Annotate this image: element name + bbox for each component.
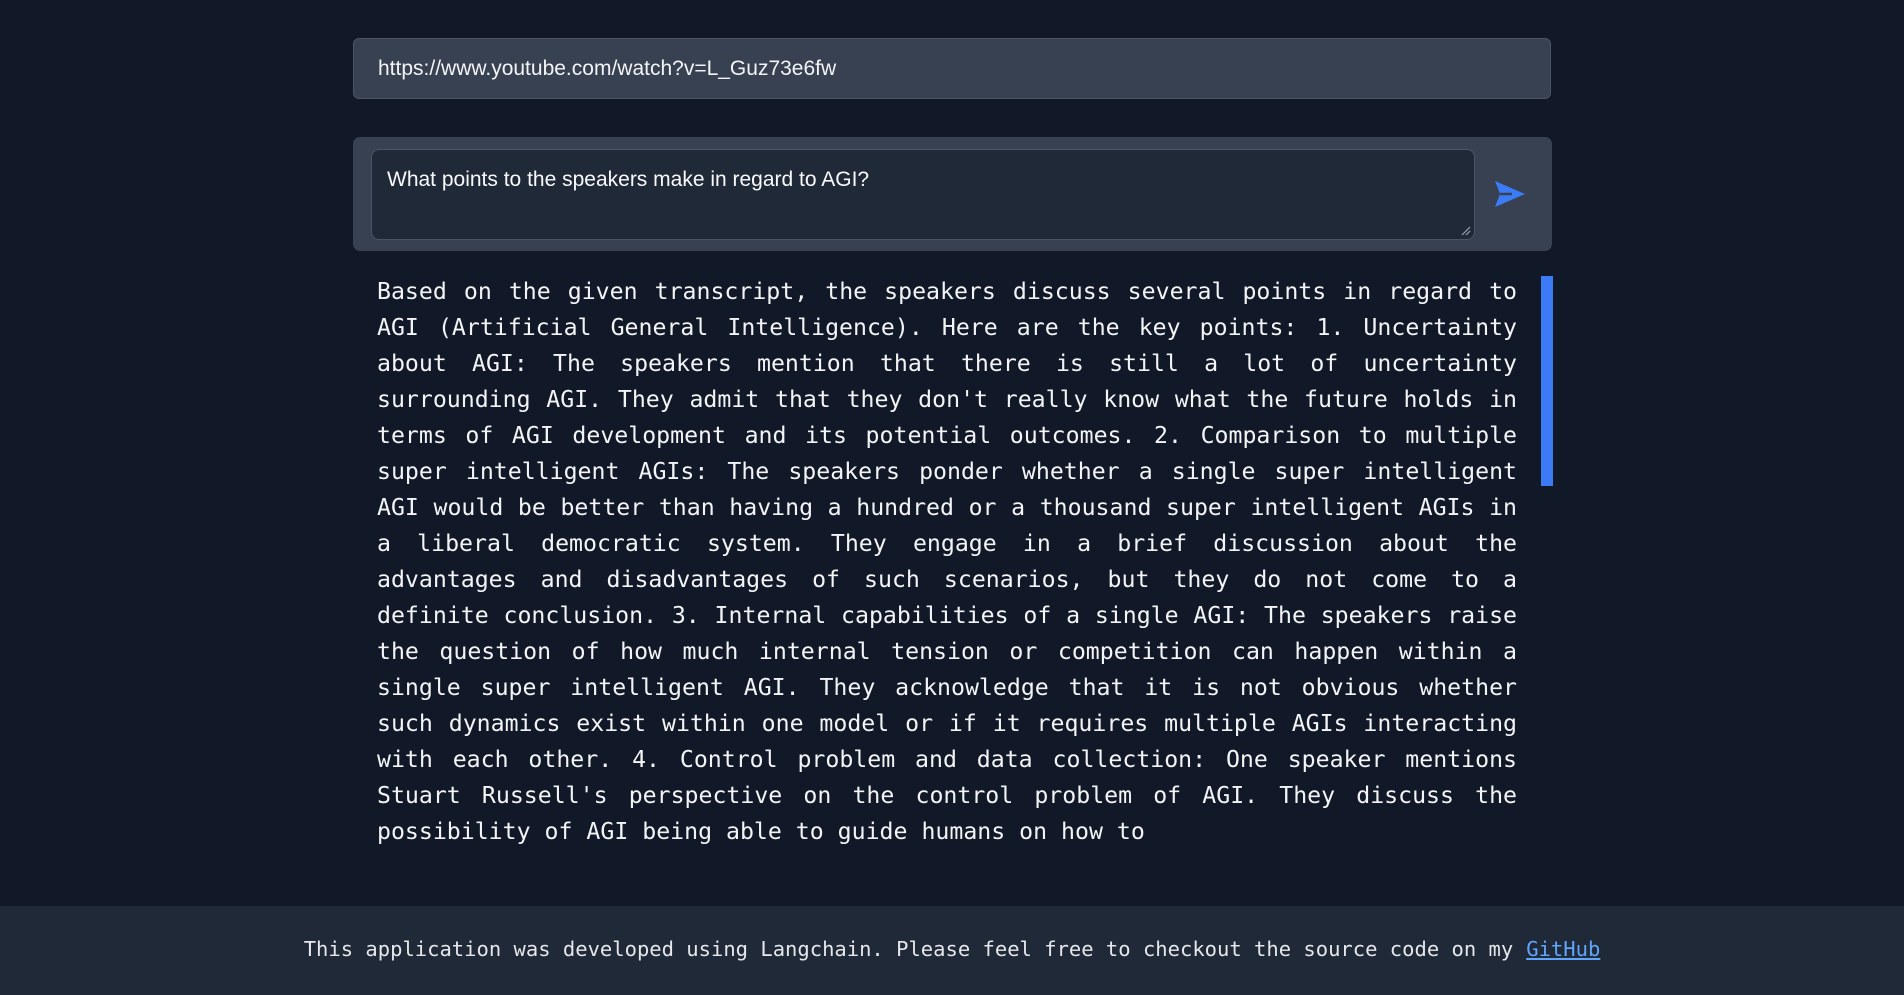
video-url-value: https://www.youtube.com/watch?v=L_Guz73e… [378, 56, 837, 80]
question-value: What points to the speakers make in rega… [387, 168, 870, 191]
footer: This application was developed using Lan… [0, 906, 1904, 995]
send-icon [1495, 181, 1525, 207]
github-link[interactable]: GitHub [1526, 937, 1600, 961]
question-input[interactable]: What points to the speakers make in rega… [371, 149, 1475, 240]
video-url-input[interactable]: https://www.youtube.com/watch?v=L_Guz73e… [353, 38, 1551, 99]
answer-text: Based on the given transcript, the speak… [377, 278, 1517, 845]
send-button[interactable] [1488, 172, 1532, 216]
question-panel: What points to the speakers make in rega… [353, 137, 1552, 251]
footer-text: This application was developed using Lan… [303, 936, 1514, 961]
resize-handle-icon[interactable] [1461, 226, 1471, 236]
answer-scrollbar[interactable] [1541, 276, 1553, 486]
